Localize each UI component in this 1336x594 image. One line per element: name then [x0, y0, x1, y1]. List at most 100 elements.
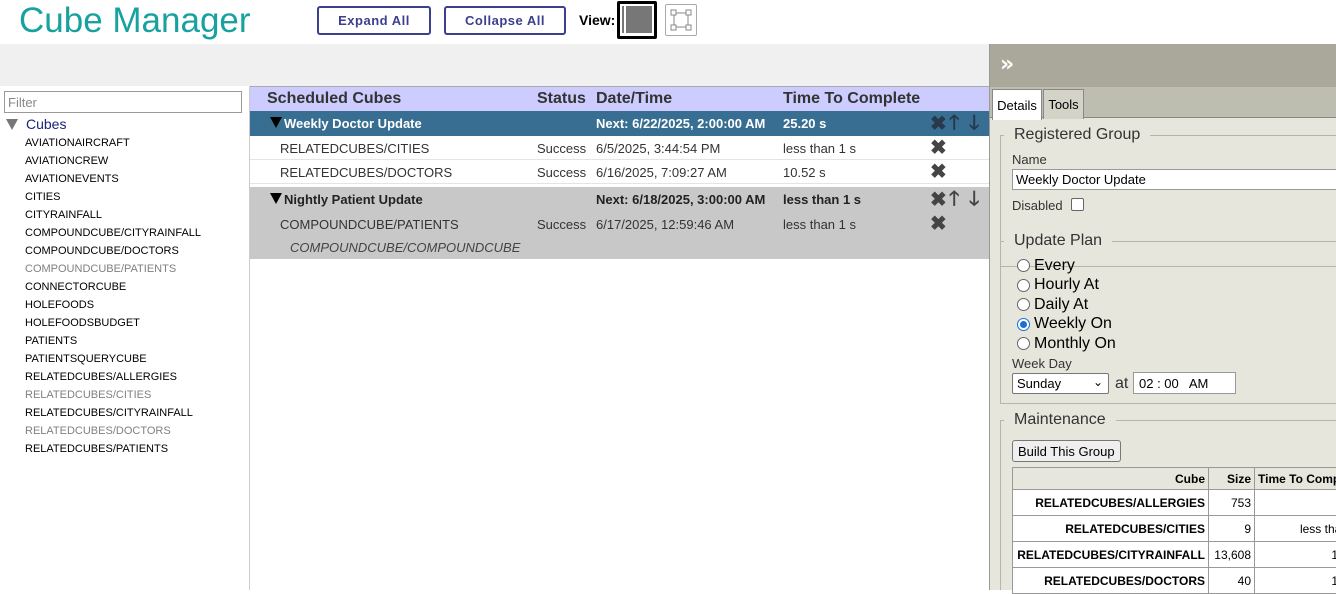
maintenance-cell-cube: RELATEDCUBES/CITIES — [1013, 516, 1209, 542]
maintenance-cell-time: 10. — [1255, 542, 1336, 568]
collapse-panel-icon[interactable]: » — [1000, 52, 1010, 77]
tree-item[interactable]: RELATEDCUBES/CITIES — [25, 386, 201, 404]
maintenance-cell-size: 13,608 — [1209, 542, 1255, 568]
update-plan-option[interactable]: Every — [1017, 256, 1075, 275]
update-plan-option[interactable]: Daily At — [1017, 295, 1088, 314]
cube-name: RELATEDCUBES/CITIES — [280, 141, 429, 156]
tree-item[interactable]: AVIATIONEVENTS — [25, 170, 201, 188]
collapse-triangle-icon[interactable] — [270, 117, 282, 128]
tree-root-label: Cubes — [26, 116, 66, 132]
tree-item[interactable]: RELATEDCUBES/PATIENTS — [25, 440, 201, 458]
app-title: Cube Manager — [19, 0, 251, 42]
week-day-select[interactable]: Sunday ⌄ — [1012, 373, 1109, 394]
move-down-icon[interactable]: 🡓 — [969, 189, 979, 209]
radio-label: Every — [1034, 257, 1075, 275]
maintenance-legend: Maintenance — [1004, 411, 1116, 429]
radio-label: Monthly On — [1034, 335, 1116, 353]
tab-tools[interactable]: Tools — [1043, 89, 1084, 119]
tree-item[interactable]: HOLEFOODSBUDGET — [25, 314, 201, 332]
update-plan-option[interactable]: Hourly At — [1017, 276, 1099, 295]
col-size: Size — [1209, 468, 1255, 490]
maintenance-row: RELATEDCUBES/ALLERGIES7533. — [1013, 490, 1336, 516]
tree-item[interactable]: COMPOUNDCUBE/PATIENTS — [25, 260, 201, 278]
update-plan-option[interactable]: Monthly On — [1017, 334, 1116, 353]
week-day-label: Week Day — [1012, 356, 1072, 371]
view-fullscreen-button[interactable] — [665, 4, 697, 36]
cube-row[interactable]: RELATEDCUBES/DOCTORS Success 6/16/2025, … — [250, 160, 989, 184]
remove-group-icon[interactable]: ✖ — [930, 190, 947, 210]
group-name: Weekly Doctor Update — [284, 116, 422, 131]
tree-item[interactable]: PATIENTS — [25, 332, 201, 350]
remove-cube-icon[interactable]: ✖ — [930, 138, 947, 158]
tree-item[interactable]: CITYRAINFALL — [25, 206, 201, 224]
radio-label: Daily At — [1034, 296, 1088, 314]
tree-item[interactable]: RELATEDCUBES/DOCTORS — [25, 422, 201, 440]
group-name-field[interactable] — [1012, 169, 1336, 190]
tree-item[interactable]: RELATEDCUBES/CITYRAINFALL — [25, 404, 201, 422]
cube-tree-panel: Cubes AVIATIONAIRCRAFTAVIATIONCREWAVIATI… — [0, 86, 250, 590]
move-down-icon[interactable]: 🡓 — [969, 113, 979, 133]
split-view-icon — [622, 6, 624, 33]
cube-name: RELATEDCUBES/DOCTORS — [280, 165, 452, 180]
compound-subcube-row: COMPOUNDCUBE/COMPOUNDCUBE — [250, 236, 989, 259]
radio-label: Weekly On — [1034, 315, 1112, 333]
view-split-button[interactable] — [617, 1, 657, 39]
remove-cube-icon[interactable]: ✖ — [930, 162, 947, 182]
move-up-icon[interactable]: 🡑 — [949, 113, 959, 133]
cube-datetime: 6/17/2025, 12:59:46 AM — [596, 217, 734, 232]
cube-row[interactable]: RELATEDCUBES/CITIES Success 6/5/2025, 3:… — [250, 136, 989, 160]
build-group-button[interactable]: Build This Group — [1012, 440, 1121, 462]
radio-button[interactable] — [1017, 337, 1030, 350]
collapse-all-button[interactable]: Collapse All — [444, 6, 566, 35]
tab-details[interactable]: Details — [992, 89, 1042, 120]
update-plan-legend: Update Plan — [1004, 232, 1112, 250]
cube-row[interactable]: COMPOUNDCUBE/PATIENTS Success 6/17/2025,… — [250, 212, 989, 236]
radio-label: Hourly At — [1034, 276, 1099, 294]
cube-time-to-complete: 10.52 s — [783, 165, 826, 180]
col-status: Status — [537, 90, 586, 108]
tree-item[interactable]: AVIATIONAIRCRAFT — [25, 134, 201, 152]
tree-item[interactable]: RELATEDCUBES/ALLERGIES — [25, 368, 201, 386]
expand-triangle-icon[interactable] — [6, 119, 18, 130]
fullscreen-icon — [666, 5, 696, 35]
col-cube: Cube — [1013, 468, 1209, 490]
tree-item[interactable]: COMPOUNDCUBE/DOCTORS — [25, 242, 201, 260]
remove-group-icon[interactable]: ✖ — [930, 114, 947, 134]
move-up-icon[interactable]: 🡑 — [949, 189, 959, 209]
app-header: Cube Manager Expand All Collapse All Vie… — [0, 0, 1336, 44]
tree-item[interactable]: PATIENTSQUERYCUBE — [25, 350, 201, 368]
radio-button[interactable] — [1017, 318, 1030, 331]
remove-cube-icon[interactable]: ✖ — [930, 214, 947, 234]
group-time-to-complete: less than 1 s — [783, 192, 861, 207]
tree-item[interactable]: AVIATIONCREW — [25, 152, 201, 170]
filter-input[interactable] — [4, 91, 242, 113]
radio-button[interactable] — [1017, 259, 1030, 272]
view-label: View: — [579, 12, 615, 28]
tree-item[interactable]: CONNECTORCUBE — [25, 278, 201, 296]
group-row[interactable]: Weekly Doctor Update Next: 6/22/2025, 2:… — [250, 111, 989, 136]
maintenance-cell-size: 9 — [1209, 516, 1255, 542]
col-datetime: Date/Time — [596, 90, 672, 108]
update-plan-option[interactable]: Weekly On — [1017, 315, 1112, 334]
group-row[interactable]: Nightly Patient Update Next: 6/18/2025, … — [250, 187, 989, 212]
tree-item[interactable]: CITIES — [25, 188, 201, 206]
disabled-label: Disabled — [1012, 198, 1063, 213]
cube-status: Success — [537, 217, 586, 232]
schedule-header-row: Scheduled Cubes Status Date/Time Time To… — [250, 86, 989, 111]
tree-item[interactable]: HOLEFOODS — [25, 296, 201, 314]
chevron-down-icon: ⌄ — [1093, 375, 1103, 389]
collapse-triangle-icon[interactable] — [270, 193, 282, 204]
expand-all-button[interactable]: Expand All — [317, 6, 431, 35]
group-name: Nightly Patient Update — [284, 192, 423, 207]
tree-root-cubes[interactable]: Cubes — [6, 115, 66, 133]
tree-item[interactable]: COMPOUNDCUBE/CITYRAINFALL — [25, 224, 201, 242]
maintenance-header-row: Cube Size Time To Comp — [1013, 468, 1336, 490]
radio-button[interactable] — [1017, 279, 1030, 292]
cube-status: Success — [537, 141, 586, 156]
radio-button[interactable] — [1017, 298, 1030, 311]
disabled-checkbox[interactable] — [1071, 198, 1084, 211]
cube-list: AVIATIONAIRCRAFTAVIATIONCREWAVIATIONEVEN… — [25, 134, 201, 458]
time-field[interactable]: 02 : 00 AM — [1133, 372, 1236, 394]
at-label: at — [1115, 375, 1128, 393]
toolbar-band — [0, 44, 990, 86]
